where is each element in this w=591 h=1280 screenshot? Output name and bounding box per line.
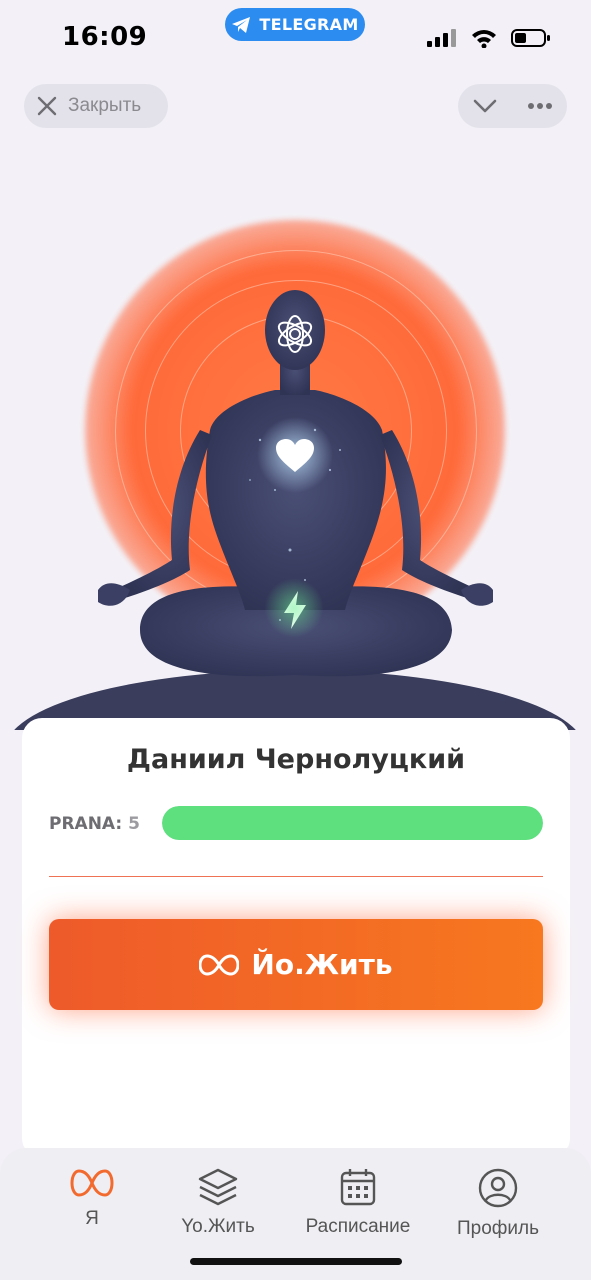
signal-icon xyxy=(427,29,456,47)
prana-label-text: PRANA: xyxy=(49,814,123,834)
status-icons xyxy=(427,28,551,48)
battery-icon xyxy=(511,29,550,47)
chevron-down-icon[interactable] xyxy=(472,98,498,114)
menu-pill xyxy=(458,84,567,128)
flower-chakra-icon xyxy=(277,315,313,353)
close-label: Закрыть xyxy=(68,95,142,116)
telegram-label: TELEGRAM xyxy=(259,15,359,34)
prana-progress-fill xyxy=(162,806,543,840)
prana-label: PRANA: 5 xyxy=(49,814,140,834)
yo-zhit-label: Йо.Жить xyxy=(251,948,393,981)
heart-chakra-icon xyxy=(276,439,314,472)
telegram-pill[interactable]: TELEGRAM xyxy=(225,8,365,41)
tab-label: Профиль xyxy=(456,1218,540,1239)
tab-schedule[interactable]: Расписание xyxy=(288,1168,428,1238)
user-name: Даниил Чернолуцкий xyxy=(126,744,466,775)
yo-zhit-button[interactable]: Йо.Жить xyxy=(49,919,543,1010)
status-bar: 16:09 TELEGRAM xyxy=(0,0,591,60)
infinity-icon xyxy=(70,1169,114,1197)
calendar-icon xyxy=(340,1169,376,1206)
divider xyxy=(49,876,543,877)
tab-label: Yo.Жить xyxy=(181,1216,255,1237)
tab-label: Расписание xyxy=(305,1216,411,1237)
home-indicator xyxy=(190,1258,402,1265)
tab-label: Я xyxy=(85,1208,99,1229)
telegram-icon xyxy=(232,16,251,33)
status-time: 16:09 xyxy=(62,22,148,52)
prana-progress-bar xyxy=(162,806,543,840)
user-circle-icon xyxy=(478,1168,518,1208)
close-button[interactable]: Закрыть xyxy=(24,84,168,128)
close-icon xyxy=(37,96,57,116)
profile-card: Даниил Чернолуцкий PRANA: 5 Йо.Жить xyxy=(22,718,570,1158)
infinity-icon xyxy=(199,953,240,976)
layers-icon xyxy=(198,1168,238,1206)
wifi-icon xyxy=(472,29,496,48)
meditation-illustration xyxy=(0,150,591,730)
tab-profile[interactable]: Профиль xyxy=(428,1168,568,1240)
lightning-glow xyxy=(264,578,324,638)
tab-me[interactable]: Я xyxy=(22,1168,162,1230)
more-icon[interactable] xyxy=(527,102,553,110)
tab-yo-zhit[interactable]: Yo.Жить xyxy=(148,1168,288,1238)
prana-value: 5 xyxy=(128,814,140,834)
